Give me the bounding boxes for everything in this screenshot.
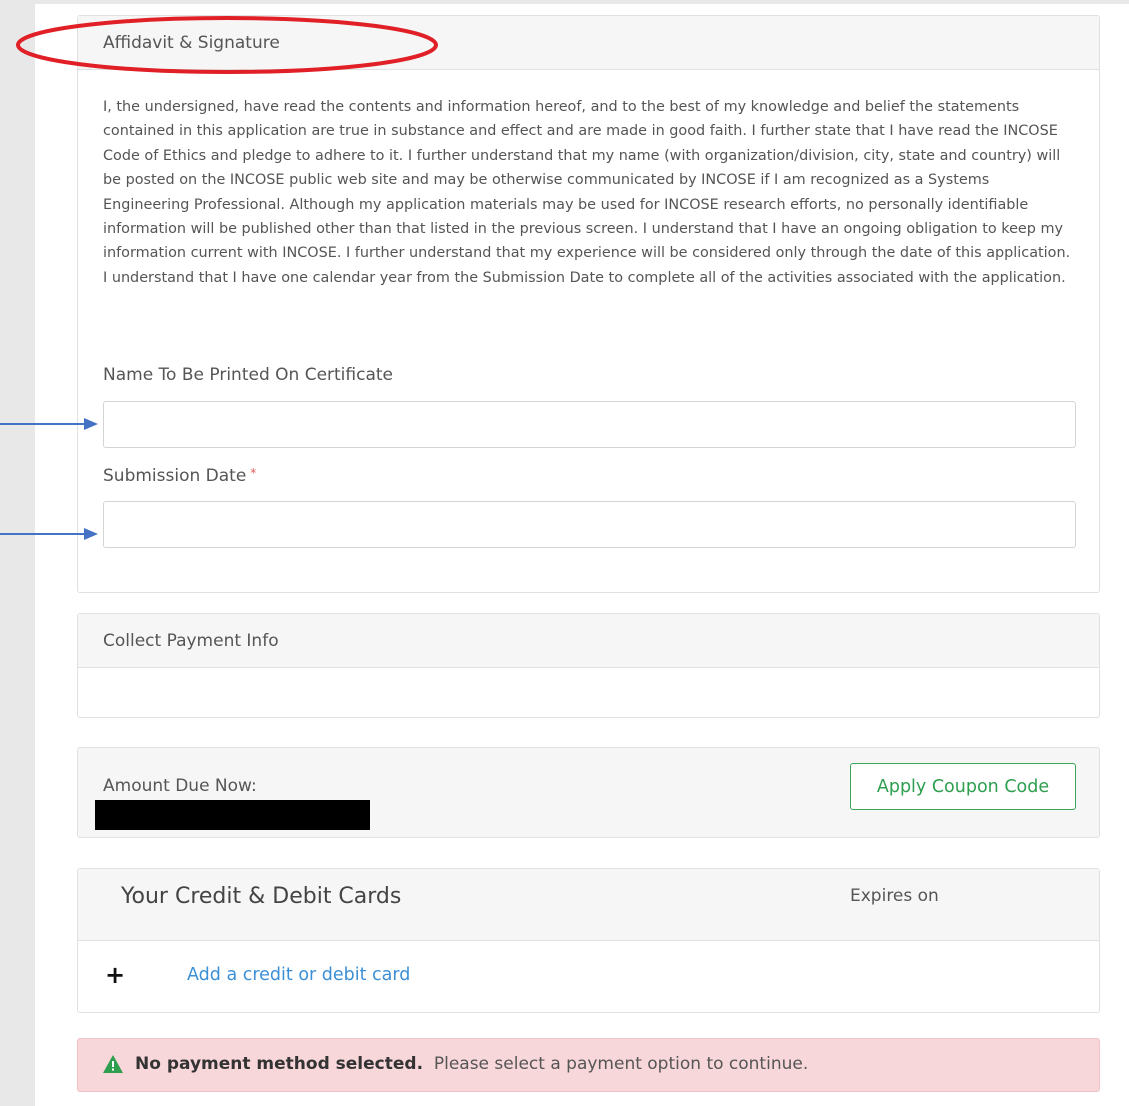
required-marker: * [250,466,257,480]
redacted-amount [95,800,370,830]
saved-cards-card: Your Credit & Debit Cards Expires on + A… [77,868,1100,1013]
submission-date-input[interactable] [103,501,1076,548]
amount-due-label: Amount Due Now: [103,776,257,796]
payment-info-card: Collect Payment Info [77,613,1100,718]
submission-date-label-text: Submission Date [103,466,247,486]
alert-body-text: Please select a payment option to contin… [433,1054,809,1074]
saved-cards-header: Your Credit & Debit Cards Expires on [78,869,1099,941]
submission-date-label: Submission Date * [103,466,256,486]
amount-due-card: Amount Due Now: Apply Coupon Code [77,747,1100,838]
saved-cards-title: Your Credit & Debit Cards [121,884,402,909]
name-label: Name To Be Printed On Certificate [103,365,394,385]
expires-on-label: Expires on [850,886,939,906]
alert-strong-text: No payment method selected. [135,1054,424,1074]
payment-alert: No payment method selected. Please selec… [77,1038,1100,1092]
add-card-link[interactable]: Add a credit or debit card [187,965,410,985]
alert-message: No payment method selected. Please selec… [135,1054,808,1074]
affidavit-card: Affidavit & Signature I, the undersigned… [77,15,1100,593]
plus-icon[interactable]: + [105,963,125,987]
apply-coupon-button[interactable]: Apply Coupon Code [850,763,1076,810]
affidavit-text: I, the undersigned, have read the conten… [103,99,1071,286]
affidavit-header: Affidavit & Signature [78,16,1099,70]
left-gutter [0,0,35,1106]
top-strip [35,0,1129,4]
certificate-name-input[interactable] [103,401,1076,448]
warning-triangle-icon [103,1055,123,1073]
payment-info-header: Collect Payment Info [78,614,1099,668]
